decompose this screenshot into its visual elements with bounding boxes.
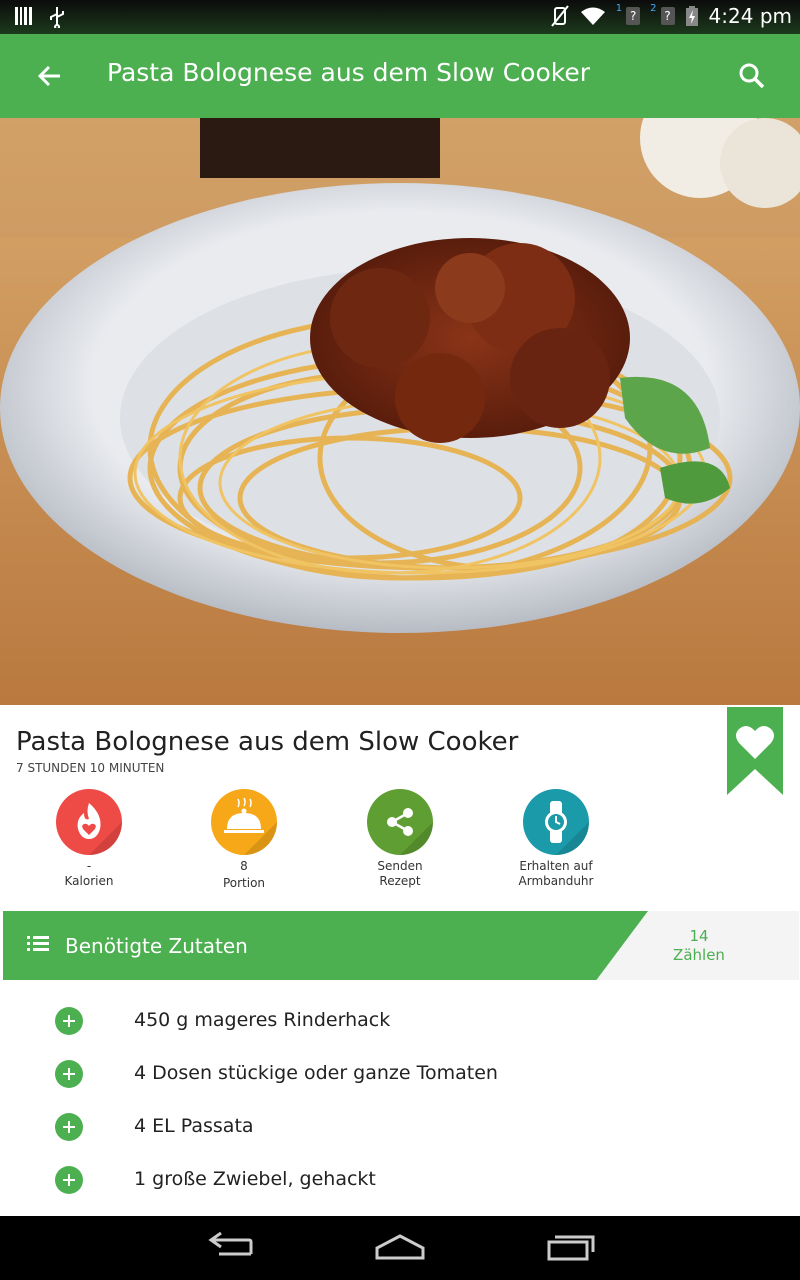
sim1-label: 1 — [615, 2, 623, 14]
list-icon — [27, 936, 49, 951]
ingredient-text: 450 g mageres Rinderhack — [134, 1009, 391, 1031]
ingredient-text: 4 Dosen stückige oder ganze Tomaten — [134, 1062, 498, 1084]
add-ingredient-icon[interactable] — [55, 1007, 83, 1035]
flame-heart-icon — [56, 789, 122, 855]
arrow-left-icon[interactable] — [34, 60, 66, 92]
wifi-icon — [580, 7, 605, 25]
recipe-title: Pasta Bolognese aus dem Slow Cooker — [16, 727, 519, 757]
recipe-card: Pasta Bolognese aus dem Slow Cooker 7 ST… — [2, 707, 799, 1219]
sim2-label: 2 — [650, 2, 657, 14]
add-ingredient-icon[interactable] — [55, 1113, 83, 1141]
calories-label: Kalorien — [64, 874, 114, 888]
ingredients-tab-bar[interactable]: Benötigte Zutaten 14 Zählen — [3, 911, 799, 980]
watch-line1: Erhalten auf — [519, 859, 593, 873]
add-ingredient-icon[interactable] — [55, 1060, 83, 1088]
vibrate-off-icon — [551, 5, 569, 27]
search-icon[interactable] — [736, 60, 768, 92]
portion-action[interactable]: 8 Portion — [189, 789, 299, 891]
recipe-duration: 7 STUNDEN 10 MINUTEN — [16, 761, 165, 775]
portion-value: 8 — [240, 859, 248, 873]
ingredients-count-value: 14 — [689, 927, 709, 945]
status-bar: 1 ? 2 ? 4:24 pm — [0, 0, 800, 34]
share-icon — [367, 789, 433, 855]
home-nav-icon[interactable] — [374, 1232, 426, 1262]
app-bar: Pasta Bolognese aus dem Slow Cooker — [0, 34, 800, 118]
ingredient-text: 1 große Zwiebel, gehackt — [134, 1168, 376, 1190]
battery-charging-icon — [685, 6, 698, 26]
list-item: 4 EL Passata — [2, 1113, 798, 1166]
watch-action[interactable]: Erhalten auf Armbanduhr — [501, 789, 611, 889]
app-bar-title: Pasta Bolognese aus dem Slow Cooker — [107, 58, 590, 87]
ingredient-text: 4 EL Passata — [134, 1115, 254, 1137]
ingredients-count: 14 Zählen — [653, 927, 745, 965]
watch-line2: Armbanduhr — [518, 874, 594, 888]
heart-bookmark-icon[interactable] — [727, 707, 783, 797]
smartwatch-icon — [523, 789, 589, 855]
sim-unknown-icon: ? — [660, 7, 675, 25]
recents-nav-icon[interactable] — [546, 1232, 596, 1262]
share-line2: Rezept — [379, 874, 421, 888]
clock: 4:24 pm — [708, 4, 792, 28]
barcode-icon — [15, 7, 32, 25]
share-recipe-action[interactable]: Senden Rezept — [345, 789, 455, 889]
calories-action[interactable]: - Kalorien — [34, 789, 144, 889]
navigation-bar — [0, 1216, 800, 1280]
back-nav-icon[interactable] — [205, 1232, 255, 1262]
list-item: 4 Dosen stückige oder ganze Tomaten — [2, 1060, 798, 1113]
usb-icon — [50, 7, 64, 28]
sim-unknown-icon: ? — [626, 7, 641, 25]
portion-label: Portion — [222, 876, 266, 890]
add-ingredient-icon[interactable] — [55, 1166, 83, 1194]
calories-value: - — [86, 859, 92, 873]
list-item: 1 große Zwiebel, gehackt — [2, 1166, 798, 1219]
serving-cloche-icon — [211, 789, 277, 855]
recipe-photo — [0, 118, 800, 705]
share-line1: Senden — [377, 859, 423, 873]
ingredients-count-label: Zählen — [673, 946, 725, 964]
ingredients-tab-label: Benötigte Zutaten — [65, 934, 248, 958]
list-item: 450 g mageres Rinderhack — [2, 1007, 798, 1060]
